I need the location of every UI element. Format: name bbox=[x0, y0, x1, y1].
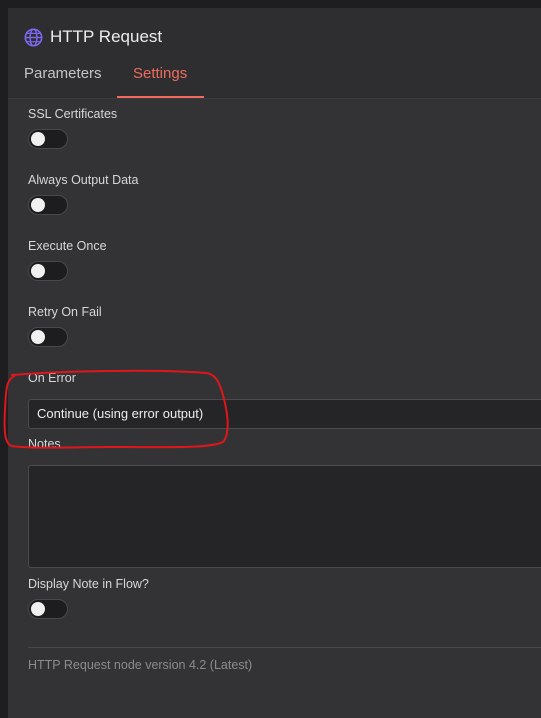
retry-on-fail-toggle[interactable] bbox=[28, 327, 68, 347]
notes-textarea[interactable] bbox=[28, 465, 541, 568]
panel-header: HTTP Request Parameters Settings bbox=[8, 8, 541, 99]
tab-parameters[interactable]: Parameters bbox=[24, 66, 102, 82]
on-error-label: On Error bbox=[28, 371, 76, 385]
toggle-knob bbox=[31, 602, 45, 616]
ssl-certificates-label: SSL Certificates bbox=[28, 107, 118, 121]
execute-once-label: Execute Once bbox=[28, 239, 107, 253]
node-title: HTTP Request bbox=[50, 27, 163, 46]
node-settings-panel: HTTP Request Parameters Settings SSL Cer… bbox=[3, 8, 541, 718]
settings-body: SSL Certificates Always Output Data Exec… bbox=[3, 99, 541, 718]
globe-icon bbox=[24, 28, 43, 46]
node-version-text: HTTP Request node version 4.2 (Latest) bbox=[28, 658, 253, 672]
execute-once-toggle[interactable] bbox=[28, 261, 68, 281]
on-error-select[interactable]: Continue (using error output) bbox=[28, 399, 541, 429]
toggle-knob bbox=[31, 330, 45, 344]
display-note-toggle[interactable] bbox=[28, 599, 68, 619]
retry-on-fail-label: Retry On Fail bbox=[28, 305, 102, 319]
ssl-certificates-toggle[interactable] bbox=[28, 129, 68, 149]
tab-settings[interactable]: Settings bbox=[133, 66, 187, 82]
notes-label: Notes bbox=[28, 437, 61, 451]
always-output-data-label: Always Output Data bbox=[28, 173, 139, 187]
title-row: HTTP Request bbox=[24, 27, 162, 47]
toggle-knob bbox=[31, 264, 45, 278]
footer-divider bbox=[28, 647, 541, 648]
always-output-data-toggle[interactable] bbox=[28, 195, 68, 215]
display-note-label: Display Note in Flow? bbox=[28, 577, 149, 591]
toggle-knob bbox=[31, 132, 45, 146]
toggle-knob bbox=[31, 198, 45, 212]
